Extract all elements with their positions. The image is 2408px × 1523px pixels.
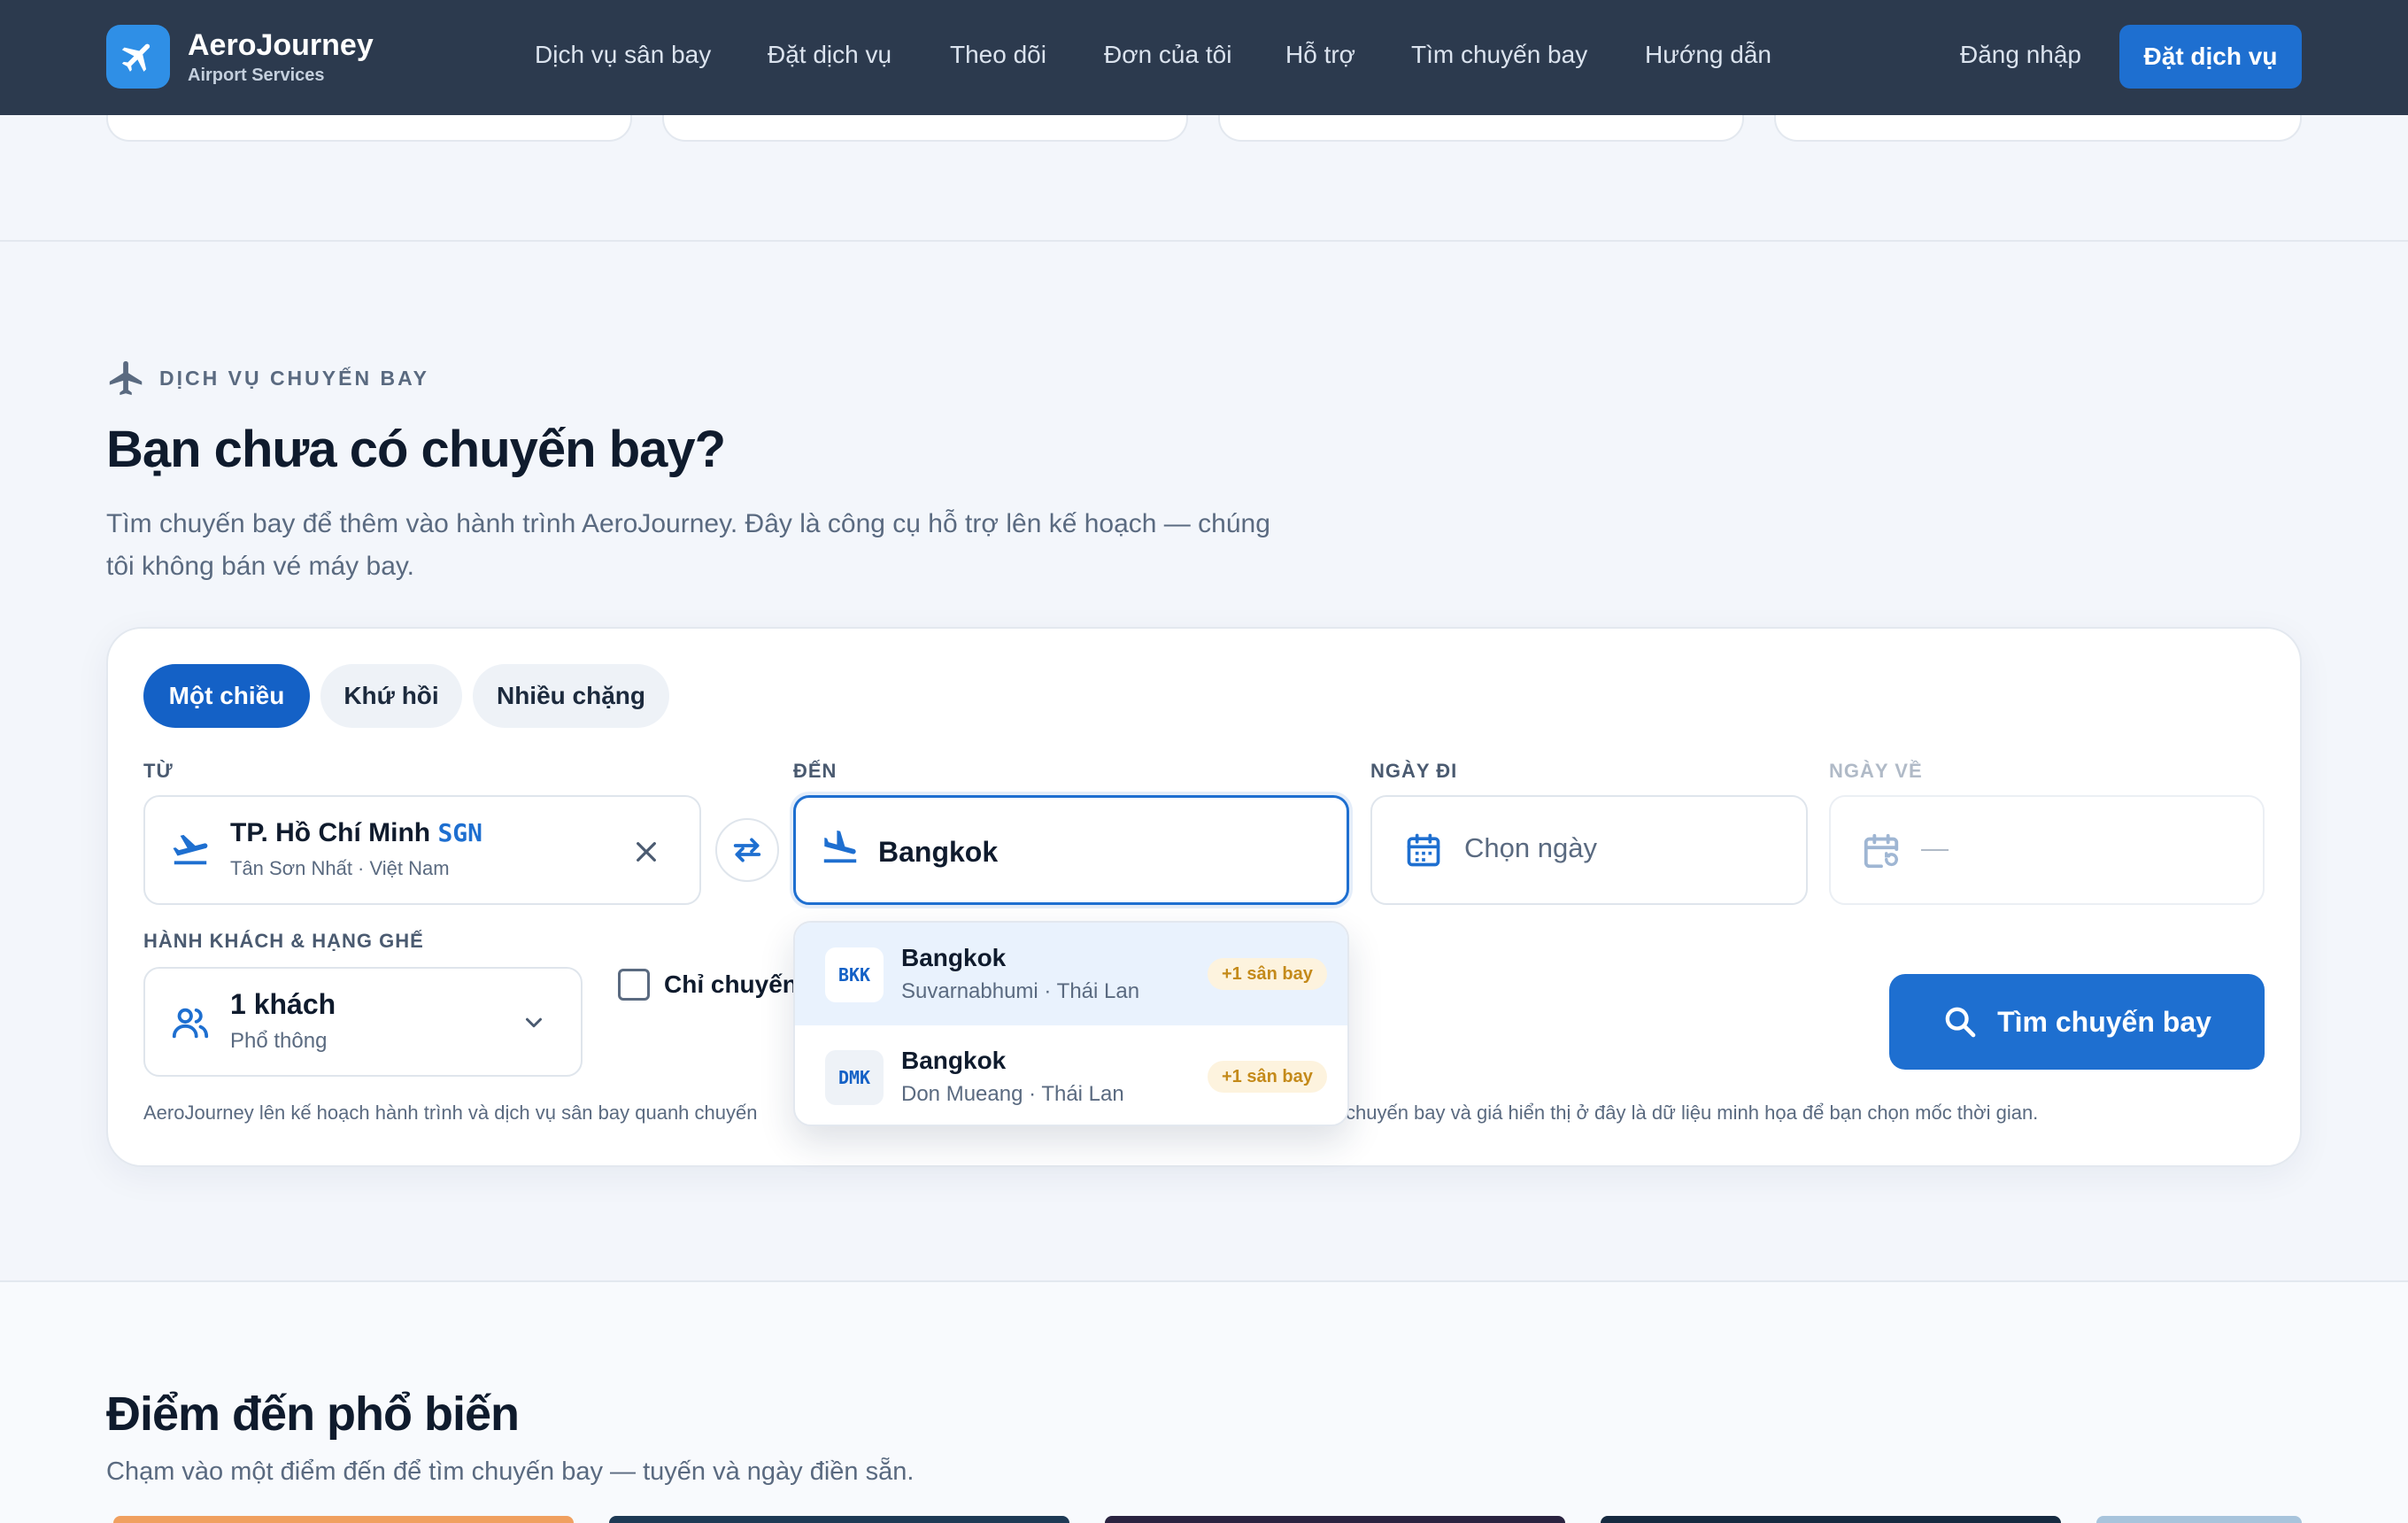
feature-card <box>1774 115 2302 142</box>
section-description: Tìm chuyến bay để thêm vào hành trình Ae… <box>106 509 1270 581</box>
nav-airport-services[interactable]: Dịch vụ sân bay <box>535 41 711 69</box>
login-link[interactable]: Đăng nhập <box>1960 41 2081 69</box>
depart-date-placeholder: Chọn ngày <box>1464 832 1597 863</box>
nav-guide[interactable]: Hướng dẫn <box>1645 41 1771 69</box>
destination-card[interactable] <box>113 1516 574 1523</box>
cabin-class: Phổ thông <box>230 1029 328 1053</box>
search-footnote-left: AeroJourney lên kế hoạch hành trình và d… <box>143 1102 758 1124</box>
destination-card[interactable] <box>1601 1516 2061 1523</box>
suggestion-dmk[interactable]: DMK Bangkok Don Mueang · Thái Lan +1 sân… <box>795 1025 1347 1125</box>
to-label: ĐẾN <box>793 760 837 782</box>
close-icon <box>637 842 656 862</box>
trip-type-round-trip[interactable]: Khứ hồi <box>320 664 462 728</box>
suggestion-city: Bangkok <box>901 944 1007 971</box>
feature-card <box>106 115 632 142</box>
chevron-down-icon <box>526 1017 542 1028</box>
from-airport-code: SGN <box>437 818 483 847</box>
passenger-count: 1 khách <box>230 988 336 1020</box>
depart-date-label: NGÀY ĐI <box>1370 760 1458 782</box>
from-city: TP. Hồ Chí Minh SGN <box>230 818 482 848</box>
return-date-placeholder: — <box>1921 832 1949 863</box>
extra-airport-badge: +1 sân bay <box>1208 1061 1327 1093</box>
previous-section <box>0 115 2408 242</box>
from-city-name: TP. Hồ Chí Minh <box>230 818 431 847</box>
extra-airport-badge: +1 sân bay <box>1208 958 1327 990</box>
airplane-logo-icon[interactable] <box>106 25 170 89</box>
nav-support[interactable]: Hỗ trợ <box>1285 41 1355 69</box>
suggestion-code: BKK <box>825 947 884 1002</box>
trip-type-one-way[interactable]: Một chiều <box>143 664 310 728</box>
nav-my-orders[interactable]: Đơn của tôi <box>1104 41 1231 69</box>
search-flights-label: Tìm chuyến bay <box>1997 1005 2211 1038</box>
return-date-label: NGÀY VỀ <box>1829 760 1923 782</box>
nav-find-flights[interactable]: Tìm chuyến bay <box>1411 41 1587 69</box>
takeoff-icon <box>173 834 208 865</box>
to-input[interactable] <box>878 832 1321 871</box>
popular-title: Điểm đến phổ biến <box>106 1388 520 1441</box>
search-flights-button[interactable]: Tìm chuyến bay <box>1889 974 2265 1070</box>
brand-subtitle: Airport Services <box>188 66 325 85</box>
destination-card[interactable] <box>609 1516 1069 1523</box>
suggestion-code: DMK <box>825 1050 884 1105</box>
airplane-icon <box>109 360 143 396</box>
swap-route-button[interactable] <box>715 818 779 882</box>
destination-card[interactable] <box>1105 1516 1565 1523</box>
passengers-label: HÀNH KHÁCH & HẠNG GHẾ <box>143 930 424 952</box>
direct-only-checkbox[interactable] <box>618 969 650 1001</box>
section-eyebrow: DỊCH VỤ CHUYẾN BAY <box>159 367 429 390</box>
destination-suggestions: BKK Bangkok Suvarnabhumi · Thái Lan +1 s… <box>793 921 1349 1126</box>
direct-only-label[interactable]: Chỉ chuyến <box>664 970 798 999</box>
suggestion-city: Bangkok <box>901 1047 1007 1074</box>
destination-card[interactable] <box>2096 1516 2302 1523</box>
clear-from-button[interactable] <box>627 832 666 871</box>
swap-arrows-icon <box>733 838 761 862</box>
book-service-button[interactable]: Đặt dịch vụ <box>2119 25 2302 89</box>
from-label: TỪ <box>143 760 174 782</box>
suggestion-bkk[interactable]: BKK Bangkok Suvarnabhumi · Thái Lan +1 s… <box>795 923 1347 1025</box>
section-title: Bạn chưa có chuyến bay? <box>106 421 726 478</box>
from-airport-detail: Tân Sơn Nhất · Việt Nam <box>230 857 450 879</box>
calendar-icon <box>1407 833 1440 867</box>
top-header: AeroJourney Airport Services Dịch vụ sân… <box>0 0 2408 115</box>
popular-description: Chạm vào một điểm đến để tìm chuyến bay … <box>106 1457 915 1486</box>
trip-type-multi-city[interactable]: Nhiều chặng <box>473 664 669 728</box>
suggestion-airport: Suvarnabhumi · Thái Lan <box>901 979 1140 1003</box>
suggestion-airport: Don Mueang · Thái Lan <box>901 1082 1124 1106</box>
calendar-return-icon <box>1864 833 1899 869</box>
nav-book-service[interactable]: Đặt dịch vụ <box>768 41 891 69</box>
from-field[interactable] <box>143 795 701 905</box>
users-icon <box>172 1008 209 1039</box>
search-footnote-right: chuyến bay và giá hiển thị ở đây là dữ l… <box>1346 1102 2039 1124</box>
feature-card <box>662 115 1188 142</box>
search-icon <box>1945 1007 1976 1038</box>
brand-name[interactable]: AeroJourney <box>188 28 374 63</box>
landing-icon <box>823 830 857 863</box>
feature-card <box>1218 115 1744 142</box>
nav-track[interactable]: Theo dõi <box>950 41 1046 69</box>
